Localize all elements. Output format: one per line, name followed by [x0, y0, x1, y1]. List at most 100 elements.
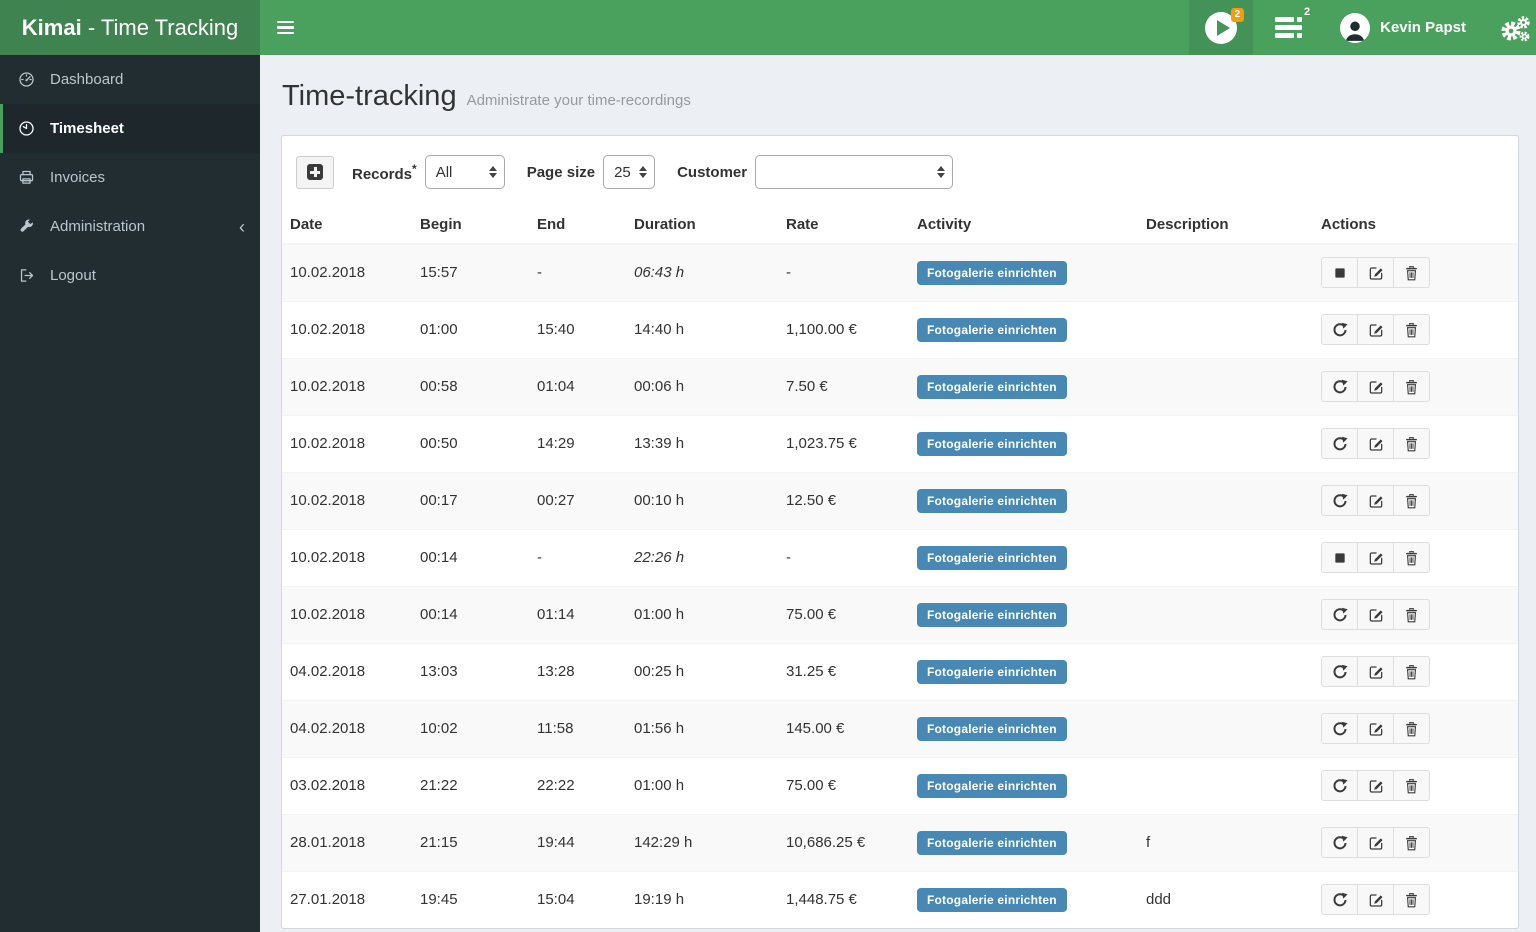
actions-cell	[1313, 414, 1518, 472]
stop-button[interactable]	[1321, 257, 1358, 289]
delete-button[interactable]	[1393, 371, 1430, 402]
edit-button[interactable]	[1357, 428, 1394, 459]
edit-button[interactable]	[1357, 656, 1394, 687]
sidebar-item-logout[interactable]: Logout	[0, 251, 260, 300]
page-size-select[interactable]: 25	[603, 155, 656, 189]
stop-button[interactable]	[1321, 542, 1358, 573]
activity-cell: Fotogalerie einrichten	[909, 300, 1138, 358]
timesheet-row: 28.01.2018 21:15 19:44 142:29 h 10,686.25 € F…	[282, 813, 1518, 871]
active-records-button[interactable]: 2	[1253, 6, 1320, 38]
edit-icon	[1368, 892, 1384, 908]
restart-button[interactable]	[1321, 314, 1358, 345]
begin-cell: 00:17	[412, 471, 529, 529]
app-logo[interactable]: Kimai - Time Tracking	[0, 0, 260, 55]
edit-button[interactable]	[1357, 542, 1394, 573]
delete-button[interactable]	[1393, 656, 1430, 687]
begin-cell: 21:15	[412, 813, 529, 871]
activity-cell: Fotogalerie einrichten	[909, 642, 1138, 700]
activity-badge[interactable]: Fotogalerie einrichten	[917, 488, 1067, 513]
menu-icon[interactable]	[260, 0, 310, 55]
edit-icon	[1368, 436, 1384, 452]
activity-badge[interactable]: Fotogalerie einrichten	[917, 887, 1067, 912]
description-cell	[1138, 414, 1313, 472]
edit-button[interactable]	[1357, 371, 1394, 402]
delete-button[interactable]	[1393, 884, 1430, 916]
end-cell: 22:22	[529, 756, 626, 814]
sidebar-item-invoices[interactable]: Invoices	[0, 153, 260, 202]
timesheet-row: 10.02.2018 00:14-22:26 h - Fotogalerie einr…	[282, 528, 1518, 586]
repeat-icon	[1332, 892, 1348, 908]
edit-button[interactable]	[1357, 314, 1394, 345]
edit-button[interactable]	[1357, 827, 1394, 858]
activity-badge[interactable]: Fotogalerie einrichten	[917, 602, 1067, 627]
activity-badge[interactable]: Fotogalerie einrichten	[917, 317, 1067, 342]
delete-button[interactable]	[1393, 257, 1430, 289]
add-record-button[interactable]	[296, 155, 334, 189]
records-filter-select[interactable]: All	[424, 155, 505, 189]
activity-cell: Fotogalerie einrichten	[909, 243, 1138, 301]
end-cell: 01:14	[529, 585, 626, 643]
gears-icon[interactable]	[1484, 0, 1536, 55]
begin-cell: 01:00	[412, 300, 529, 358]
restart-button[interactable]	[1321, 656, 1358, 687]
edit-button[interactable]	[1357, 713, 1394, 744]
edit-button[interactable]	[1357, 257, 1394, 289]
restart-button[interactable]	[1321, 827, 1358, 858]
rate-cell: 75.00 €	[778, 585, 909, 643]
restart-button[interactable]	[1321, 713, 1358, 744]
activity-badge[interactable]: Fotogalerie einrichten	[917, 830, 1067, 855]
delete-button[interactable]	[1393, 827, 1430, 858]
sidebar-item-dashboard[interactable]: Dashboard	[0, 55, 260, 104]
edit-button[interactable]	[1357, 770, 1394, 801]
activity-badge[interactable]: Fotogalerie einrichten	[917, 716, 1067, 741]
start-timer-button[interactable]: 2	[1189, 0, 1254, 55]
activity-badge[interactable]: Fotogalerie einrichten	[917, 773, 1067, 798]
rate-cell: 7.50 €	[778, 357, 909, 415]
duration-cell: 06:43 h	[626, 243, 778, 301]
begin-cell: 00:58	[412, 357, 529, 415]
description-cell	[1138, 357, 1313, 415]
delete-button[interactable]	[1393, 485, 1430, 516]
edit-button[interactable]	[1357, 485, 1394, 516]
activity-badge[interactable]: Fotogalerie einrichten	[917, 260, 1067, 285]
duration-cell: 19:19 h	[626, 870, 778, 928]
restart-button[interactable]	[1321, 770, 1358, 801]
activity-badge[interactable]: Fotogalerie einrichten	[917, 659, 1067, 684]
description-cell	[1138, 243, 1313, 301]
activity-badge[interactable]: Fotogalerie einrichten	[917, 545, 1067, 570]
restart-button[interactable]	[1321, 485, 1358, 516]
date-cell: 03.02.2018	[282, 756, 412, 814]
customer-select[interactable]	[755, 155, 954, 189]
delete-button[interactable]	[1393, 770, 1430, 801]
restart-button[interactable]	[1321, 428, 1358, 459]
description-cell	[1138, 300, 1313, 358]
end-cell: 00:27	[529, 471, 626, 529]
page-title: Time-tracking	[282, 80, 457, 112]
trash-icon	[1404, 778, 1419, 794]
date-cell: 10.02.2018	[282, 243, 412, 301]
delete-button[interactable]	[1393, 542, 1430, 573]
edit-icon	[1368, 550, 1384, 566]
user-menu[interactable]: Kevin Papst	[1320, 12, 1484, 43]
rate-cell: -	[778, 528, 909, 586]
restart-button[interactable]	[1321, 371, 1358, 402]
sidebar-item-timesheet[interactable]: Timesheet	[0, 104, 260, 153]
delete-button[interactable]	[1393, 314, 1430, 345]
restart-button[interactable]	[1321, 599, 1358, 630]
restart-button[interactable]	[1321, 884, 1358, 916]
activity-badge[interactable]: Fotogalerie einrichten	[917, 374, 1067, 399]
rate-cell: -	[778, 243, 909, 301]
delete-button[interactable]	[1393, 428, 1430, 459]
delete-button[interactable]	[1393, 713, 1430, 744]
active-records-badge: 2	[1304, 6, 1311, 18]
column-header-activity: Activity	[909, 206, 1138, 245]
repeat-icon	[1332, 379, 1348, 395]
activity-badge[interactable]: Fotogalerie einrichten	[917, 431, 1067, 456]
activity-cell: Fotogalerie einrichten	[909, 528, 1138, 586]
delete-button[interactable]	[1393, 599, 1430, 630]
edit-button[interactable]	[1357, 599, 1394, 630]
chevron-left-icon: ‹	[239, 216, 245, 237]
wrench-icon	[3, 218, 50, 235]
edit-button[interactable]	[1357, 884, 1394, 916]
sidebar-item-administration[interactable]: Administration ‹	[0, 202, 260, 251]
